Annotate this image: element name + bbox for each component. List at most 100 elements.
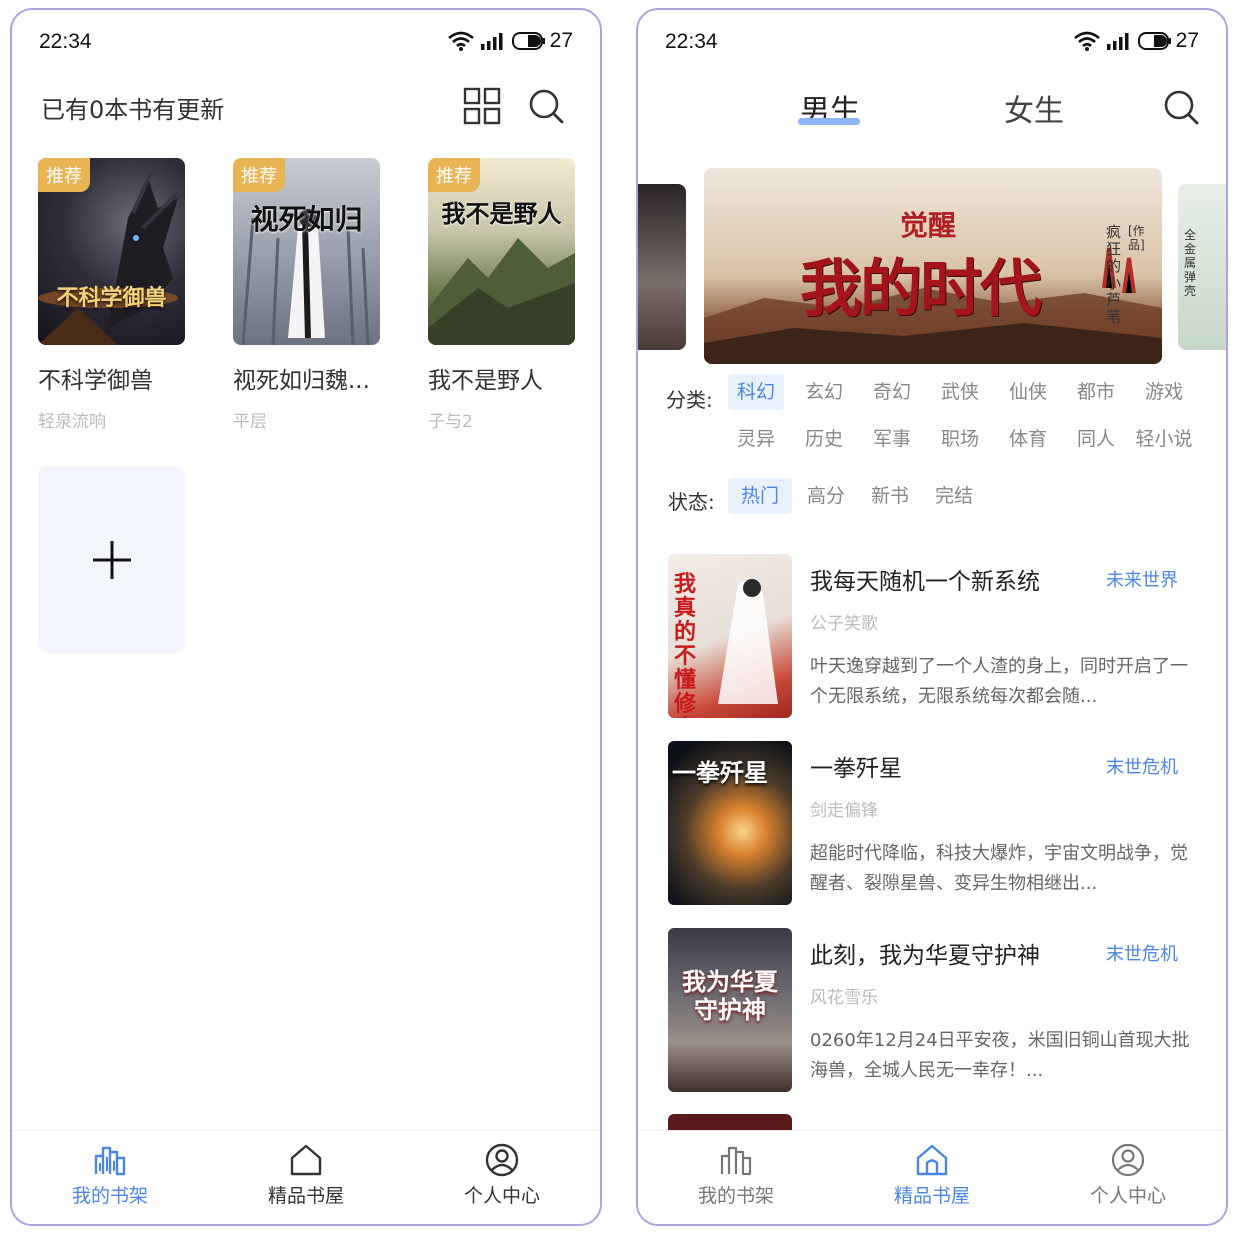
category-chip[interactable]: 军事 xyxy=(864,421,920,457)
book-author: 轻泉流响 xyxy=(38,412,106,432)
user-icon xyxy=(485,1143,519,1177)
nav-label: 精品书屋 xyxy=(893,1185,970,1207)
category-chip[interactable]: 武侠 xyxy=(932,374,988,410)
user-icon xyxy=(1111,1143,1145,1177)
list-category[interactable]: 末世危机 xyxy=(1106,753,1178,779)
swordsman-illustration xyxy=(718,579,778,704)
shelf-book[interactable]: 我不是野人 推荐 我不是野人 子与2 xyxy=(428,158,575,432)
wifi-icon xyxy=(1073,31,1100,51)
nav-label: 精品书屋 xyxy=(267,1185,344,1207)
list-description: 超能时代降临，科技大爆炸，宇宙文明战争，觉醒者、裂隙星兽、变异生物相继出... xyxy=(810,843,1188,894)
home-icon xyxy=(916,1144,948,1176)
banner-slide-next[interactable]: 全金属弹壳 xyxy=(1178,184,1226,350)
active-tab-indicator xyxy=(798,118,860,125)
category-chip[interactable]: 轻小说 xyxy=(1132,421,1196,457)
nav-bookshelf[interactable]: 我的书架 xyxy=(12,1131,208,1224)
category-chip[interactable]: 体育 xyxy=(1000,421,1056,457)
nav-profile[interactable]: 个人中心 xyxy=(404,1131,600,1224)
bottom-nav: 我的书架 精品书屋 个人中心 xyxy=(12,1130,600,1224)
list-description: 0260年12月24日平安夜，米国旧铜山首现大批海兽，全城人民无一幸存！... xyxy=(810,1030,1190,1081)
book-title: 视死如归魏... xyxy=(233,368,370,394)
search-button[interactable] xyxy=(524,84,568,128)
cover-title: 我不是野人 xyxy=(441,199,562,228)
book-cover[interactable]: 视死如归 推荐 xyxy=(233,158,380,345)
category-label: 分类: xyxy=(666,388,713,412)
add-book-button[interactable] xyxy=(38,466,185,653)
category-chip[interactable]: 奇幻 xyxy=(864,374,920,410)
bookshelf-screen: 22:34 27 已有0本书有更新 不科学御兽 推荐 不科学御兽 轻泉流响 视死… xyxy=(10,8,602,1226)
book-list-item[interactable]: 一拳歼星 一拳歼星 末世危机 剑走偏锋 超能时代降临，科技大爆炸，宇宙文明战争，… xyxy=(668,741,1196,905)
list-cover[interactable]: 我真的不懂修真 xyxy=(668,554,792,718)
list-author: 剑走偏锋 xyxy=(810,801,878,821)
category-chip[interactable]: 游戏 xyxy=(1136,374,1192,410)
category-chip[interactable]: 都市 xyxy=(1068,374,1124,410)
banner-title: 我的时代 xyxy=(800,252,1042,325)
bookshelf-icon xyxy=(720,1146,752,1176)
book-title: 我不是野人 xyxy=(428,368,543,394)
search-button[interactable] xyxy=(1162,88,1200,130)
cover-title: 视死如归 xyxy=(250,203,363,236)
nav-label: 我的书架 xyxy=(697,1185,774,1207)
battery-indicator: 27 xyxy=(1137,29,1199,53)
category-chip[interactable]: 历史 xyxy=(796,421,852,457)
status-icons: 27 xyxy=(447,29,573,53)
tab-female[interactable]: 女生 xyxy=(1004,86,1064,130)
status-chip[interactable]: 完结 xyxy=(926,478,982,514)
list-category[interactable]: 末世危机 xyxy=(1106,940,1178,966)
nav-label: 我的书架 xyxy=(71,1185,148,1207)
shelf-book[interactable]: 不科学御兽 推荐 不科学御兽 轻泉流响 xyxy=(38,158,185,432)
list-category[interactable]: 未来世界 xyxy=(1106,566,1178,592)
grid-view-button[interactable] xyxy=(460,84,504,128)
nav-bookshelf[interactable]: 我的书架 xyxy=(638,1131,834,1224)
list-cover[interactable]: 我为华夏守护神 xyxy=(668,928,792,1092)
banner-author-tag: [作品] xyxy=(1128,224,1145,252)
shelf-header: 已有0本书有更新 xyxy=(12,72,600,138)
nav-bookstore[interactable]: 精品书屋 xyxy=(208,1131,404,1224)
banner-next-title: 全金属弹壳 xyxy=(1184,228,1197,298)
banner-slide-current[interactable]: 觉醒 我的时代 疯狂的小芦苇 [作品] xyxy=(704,168,1162,364)
search-icon xyxy=(529,89,564,124)
list-cover-text: 一拳歼星 xyxy=(672,758,768,787)
category-chip[interactable]: 同人 xyxy=(1068,421,1124,457)
status-chip[interactable]: 热门 xyxy=(728,478,792,514)
banner-author: 疯狂的小芦苇 xyxy=(1106,223,1122,326)
nav-label: 个人中心 xyxy=(463,1185,540,1207)
category-chip[interactable]: 仙侠 xyxy=(1000,374,1056,410)
nav-label: 个人中心 xyxy=(1089,1185,1166,1207)
category-chip[interactable]: 玄幻 xyxy=(796,374,852,410)
signal-icon xyxy=(480,33,503,50)
book-author: 子与2 xyxy=(428,412,473,432)
book-cover[interactable]: 不科学御兽 推荐 xyxy=(38,158,185,345)
status-bar: 22:34 27 xyxy=(638,10,1226,72)
bottom-nav: 我的书架 精品书屋 个人中心 xyxy=(638,1130,1226,1224)
banner-slide-prev[interactable] xyxy=(638,184,686,350)
book-list-item[interactable]: 我为华夏守护神 此刻，我为华夏守护神 末世危机 风花雪乐 0260年12月24日… xyxy=(668,928,1196,1092)
update-status-text: 已有0本书有更新 xyxy=(41,96,225,124)
status-label: 状态: xyxy=(668,490,715,514)
status-chip[interactable]: 新书 xyxy=(862,478,918,514)
bookshelf-icon xyxy=(94,1146,126,1176)
list-title: 此刻，我为华夏守护神 xyxy=(810,943,1040,969)
recommend-tag: 推荐 xyxy=(233,158,285,192)
banner-carousel[interactable]: 觉醒 我的时代 疯狂的小芦苇 [作品] 全金属弹壳 xyxy=(638,168,1226,512)
signal-icon xyxy=(1106,33,1129,50)
list-cover[interactable]: 一拳歼星 xyxy=(668,741,792,905)
status-chip[interactable]: 高分 xyxy=(798,478,854,514)
book-list-item[interactable]: 我真的不懂修真 我每天随机一个新系统 未来世界 公子笑歌 叶天逸穿越到了一个人渣… xyxy=(668,554,1196,718)
list-description: 叶天逸穿越到了一个人渣的身上，同时开启了一个无限系统，无限系统每次都会随... xyxy=(810,656,1188,707)
category-chip[interactable]: 职场 xyxy=(932,421,988,457)
bookstore-screen: 22:34 27 男生 女生 觉醒 我的时代 疯狂的小芦苇 [作品] 全金属弹壳… xyxy=(636,8,1228,1226)
category-chip[interactable]: 科幻 xyxy=(728,374,784,410)
battery-level: 27 xyxy=(1175,29,1199,52)
grid-icon xyxy=(463,87,501,125)
list-title: 我每天随机一个新系统 xyxy=(810,569,1040,595)
nav-bookstore[interactable]: 精品书屋 xyxy=(834,1131,1030,1224)
status-time: 22:34 xyxy=(665,30,718,53)
category-chip[interactable]: 灵异 xyxy=(728,421,784,457)
shelf-book[interactable]: 视死如归 推荐 视死如归魏... 平层 xyxy=(233,158,380,432)
nav-profile[interactable]: 个人中心 xyxy=(1030,1131,1226,1224)
list-author: 风花雪乐 xyxy=(810,988,878,1008)
book-cover[interactable]: 我不是野人 推荐 xyxy=(428,158,575,345)
gender-tabs: 男生 女生 xyxy=(638,72,1226,142)
recommend-tag: 推荐 xyxy=(428,158,480,192)
